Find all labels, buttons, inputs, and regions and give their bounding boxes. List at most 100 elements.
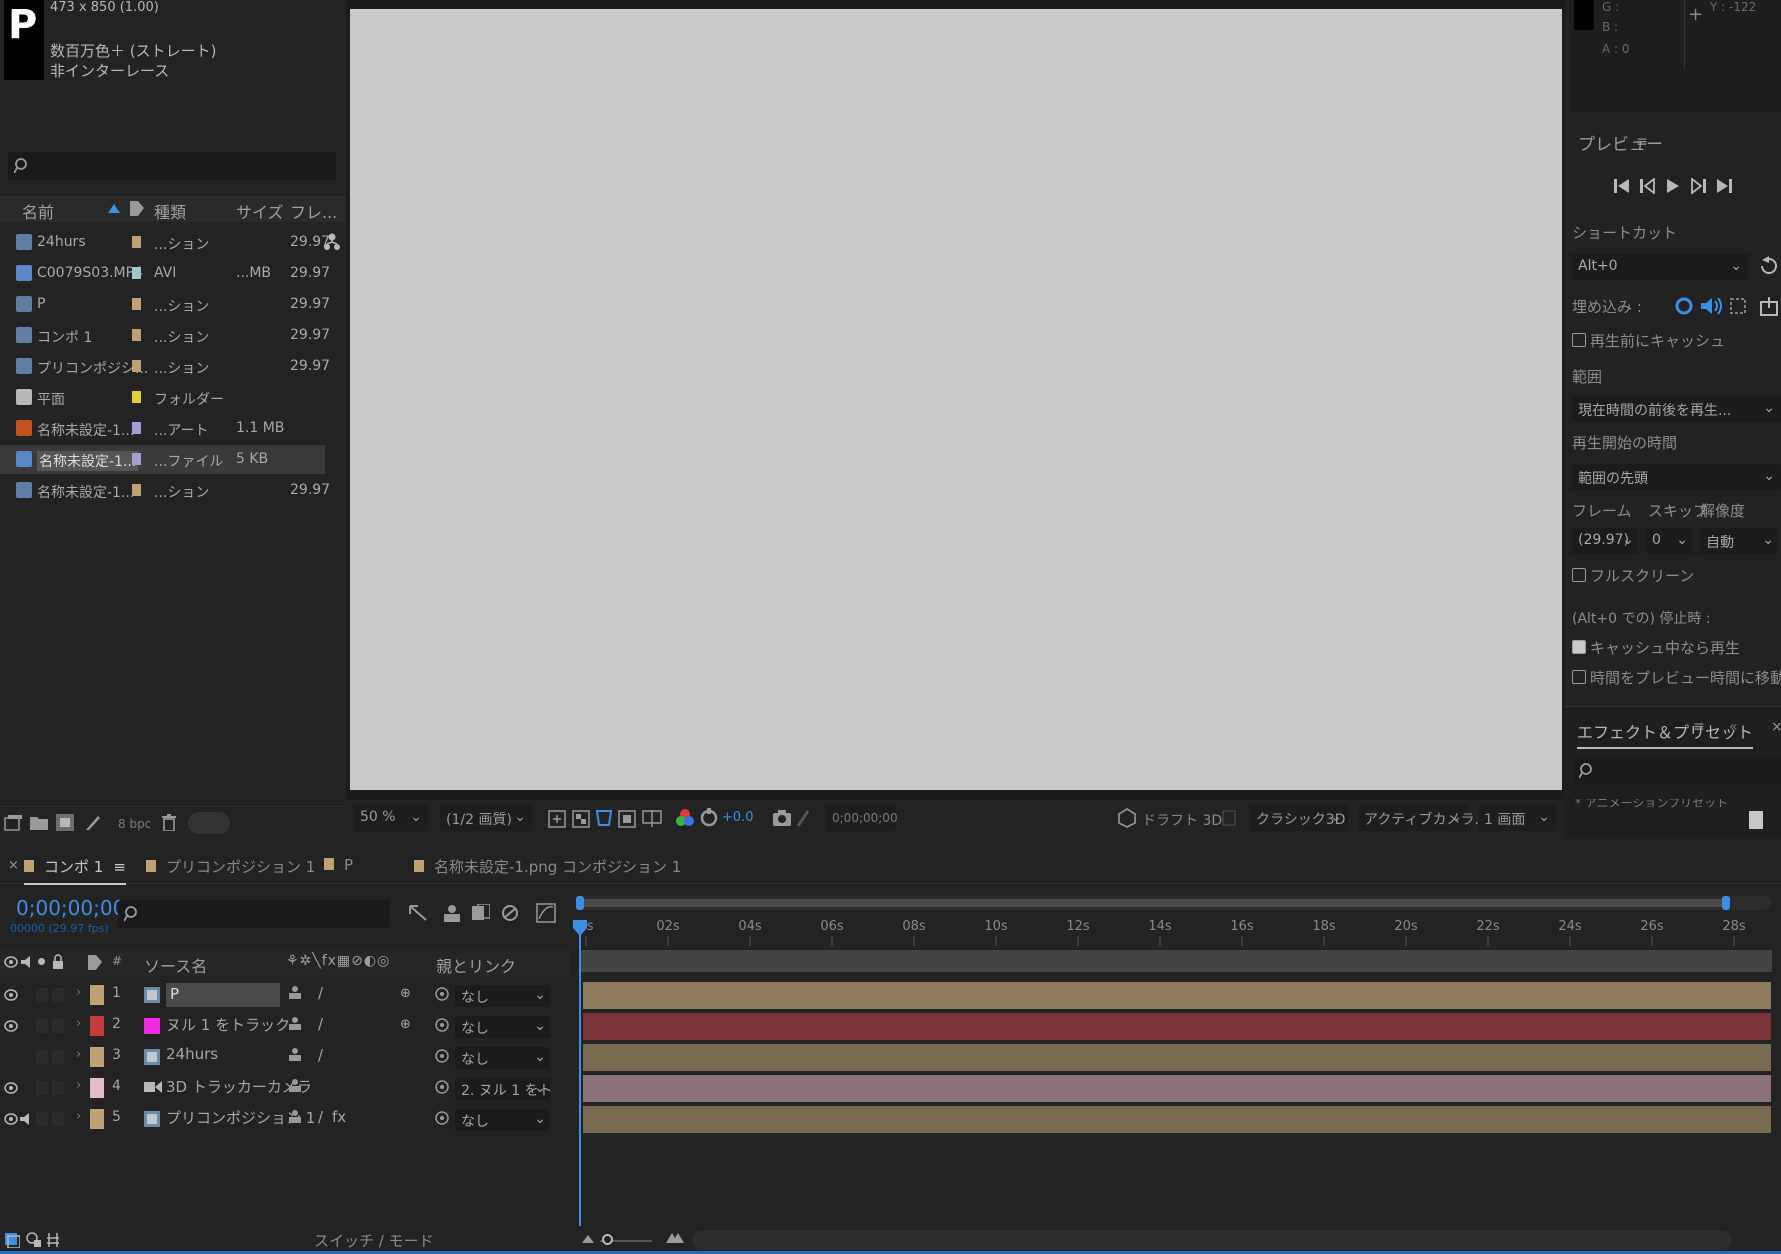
channels-icon[interactable] (676, 808, 694, 828)
resolution-dropdown[interactable]: (1/2 画質) ⌄ (440, 805, 532, 831)
start-time-dropdown[interactable]: 範囲の先頭 ⌄ (1572, 464, 1781, 490)
3d-layer-switch[interactable]: ⊕ (400, 1017, 411, 1032)
project-search-input[interactable] (8, 152, 336, 180)
timeline-horizontal-scrollbar[interactable] (692, 1230, 1732, 1250)
pick-whip-icon[interactable] (434, 1048, 450, 1064)
next-frame-icon[interactable] (1690, 178, 1706, 194)
preview-resolution-dropdown[interactable]: 自動 ⌄ (1700, 528, 1778, 554)
camera-view-dropdown[interactable]: アクティブカメラ... ⌄ (1358, 805, 1488, 831)
close-icon[interactable]: × (1771, 719, 1781, 735)
first-frame-icon[interactable] (1614, 178, 1630, 194)
label-color-swatch[interactable] (132, 422, 141, 434)
label-color-swatch[interactable] (132, 453, 141, 465)
comp-mini-flowchart-icon[interactable] (408, 904, 428, 922)
draft-3d-label[interactable]: ドラフト 3D (1142, 810, 1222, 830)
layer-label-color[interactable] (90, 1109, 104, 1129)
label-tag-icon[interactable] (88, 955, 102, 970)
effects-list-item[interactable]: * アニメーションプリセット (1575, 799, 1728, 807)
panel-menu-icon[interactable]: ≡ (1636, 134, 1648, 150)
shy-switch[interactable] (288, 1047, 302, 1061)
interpret-footage-icon[interactable] (4, 815, 22, 831)
show-snapshot-icon[interactable] (796, 809, 810, 827)
pick-whip-icon[interactable] (434, 1017, 450, 1033)
new-preset-icon[interactable] (1749, 811, 1763, 829)
column-size[interactable]: サイズ (236, 199, 284, 223)
frame-rate-dropdown[interactable]: (29.97) ⌄ (1572, 528, 1638, 554)
effects-search-input[interactable] (1573, 757, 1781, 785)
timeline-tab[interactable]: プリコンポジション 1 (146, 856, 315, 877)
timeline-tab[interactable]: P (324, 856, 353, 874)
zoom-in-icon[interactable] (666, 1231, 684, 1245)
play-icon[interactable] (1666, 178, 1680, 194)
label-color-swatch[interactable] (132, 298, 141, 310)
layer-search-input[interactable] (118, 900, 390, 928)
expand-chevron-icon[interactable]: › (76, 1109, 81, 1124)
new-folder-icon[interactable] (30, 815, 48, 830)
eye-icon[interactable] (4, 1020, 18, 1032)
eye-icon[interactable] (4, 989, 18, 1001)
parent-dropdown[interactable]: 2. ヌル 1 をト ⌄ (455, 1078, 553, 1100)
quality-switch[interactable]: / (318, 1015, 323, 1033)
lock-toggle[interactable] (52, 988, 64, 1002)
quality-switch[interactable]: / (318, 1108, 323, 1126)
fullscreen-checkbox[interactable] (1572, 568, 1586, 582)
project-item[interactable]: P ...ション 29.97 (0, 290, 330, 319)
new-composition-icon[interactable] (56, 814, 74, 831)
layer-duration-bar[interactable] (583, 1013, 1771, 1040)
sort-ascending-icon[interactable] (108, 204, 120, 213)
include-audio-icon[interactable] (1700, 296, 1722, 316)
parent-link-header[interactable]: 親とリンク (436, 953, 516, 977)
previous-frame-icon[interactable] (1640, 178, 1656, 194)
quality-switch[interactable]: / (318, 1046, 323, 1064)
layer-label-color[interactable] (90, 1016, 104, 1036)
reset-icon[interactable] (1760, 256, 1778, 276)
parent-dropdown[interactable]: なし ⌄ (455, 985, 550, 1007)
project-item[interactable]: 平面 フォルダー (0, 383, 325, 412)
last-frame-icon[interactable] (1716, 178, 1732, 194)
source-name-header[interactable]: ソース名 (144, 953, 207, 977)
graph-editor-icon[interactable] (536, 903, 556, 923)
label-color-swatch[interactable] (132, 236, 141, 248)
lock-toggle[interactable] (52, 1050, 64, 1064)
lock-toggle[interactable] (52, 1112, 64, 1126)
project-item[interactable]: 名称未設定-1... ...アート 1.1 MB (0, 414, 325, 443)
stretch-toggle-icon[interactable] (46, 1232, 60, 1248)
solo-toggle[interactable] (36, 1019, 48, 1033)
expand-chevron-icon[interactable]: › (76, 985, 81, 1000)
transfer-controls-toggle-icon[interactable] (26, 1232, 42, 1248)
solo-toggle[interactable] (36, 1081, 48, 1095)
move-time-checkbox[interactable] (1572, 670, 1586, 684)
trash-icon[interactable] (162, 814, 176, 831)
lock-toggle[interactable] (52, 1019, 64, 1033)
motion-blur-icon[interactable] (500, 904, 520, 922)
quality-switch[interactable]: / (318, 984, 323, 1002)
grid-guides-icon[interactable] (642, 810, 662, 828)
solo-toggle[interactable] (36, 1112, 48, 1126)
layer-name[interactable]: P (166, 983, 280, 1007)
pick-whip-icon[interactable] (434, 1079, 450, 1095)
include-video-icon[interactable] (1674, 296, 1694, 316)
renderer-dropdown[interactable]: クラシック3D ⌄ (1250, 805, 1348, 831)
view-layout-dropdown[interactable]: 1 画面 ⌄ (1478, 805, 1556, 831)
zoom-out-icon[interactable] (582, 1233, 594, 1245)
frame-blending-icon[interactable] (472, 904, 490, 922)
project-item[interactable]: 名称未設定-1... ...ション 29.97 (0, 476, 330, 505)
cache-before-checkbox[interactable] (1572, 333, 1586, 347)
lock-icon[interactable] (52, 954, 64, 969)
expand-chevron-icon[interactable]: › (76, 1078, 81, 1093)
snapshot-icon[interactable] (772, 809, 792, 827)
zoom-slider-handle[interactable] (602, 1234, 613, 1245)
label-tag-icon[interactable] (130, 201, 144, 216)
shy-layers-icon[interactable] (442, 904, 462, 922)
fast-previews-icon[interactable] (548, 810, 566, 828)
project-item[interactable]: 名称未設定-1... ...ファイル 5 KB (0, 445, 325, 474)
time-ruler[interactable]: 0s02s04s06s08s10s12s14s16s18s20s22s24s26… (576, 912, 1776, 948)
export-icon[interactable] (1760, 296, 1778, 316)
project-item[interactable]: プリコンポジシ... ...ション 29.97 (0, 352, 330, 381)
layer-name[interactable]: ヌル 1 をトラック (166, 1014, 290, 1035)
pick-whip-icon[interactable] (434, 986, 450, 1002)
flowchart-icon[interactable] (324, 233, 340, 251)
parent-dropdown[interactable]: なし ⌄ (455, 1016, 550, 1038)
layer-row[interactable]: › 4 3D トラッカーカメラ 2. ヌル 1 をト ⌄ (0, 1073, 570, 1104)
project-scroll-thumb[interactable] (188, 812, 230, 834)
